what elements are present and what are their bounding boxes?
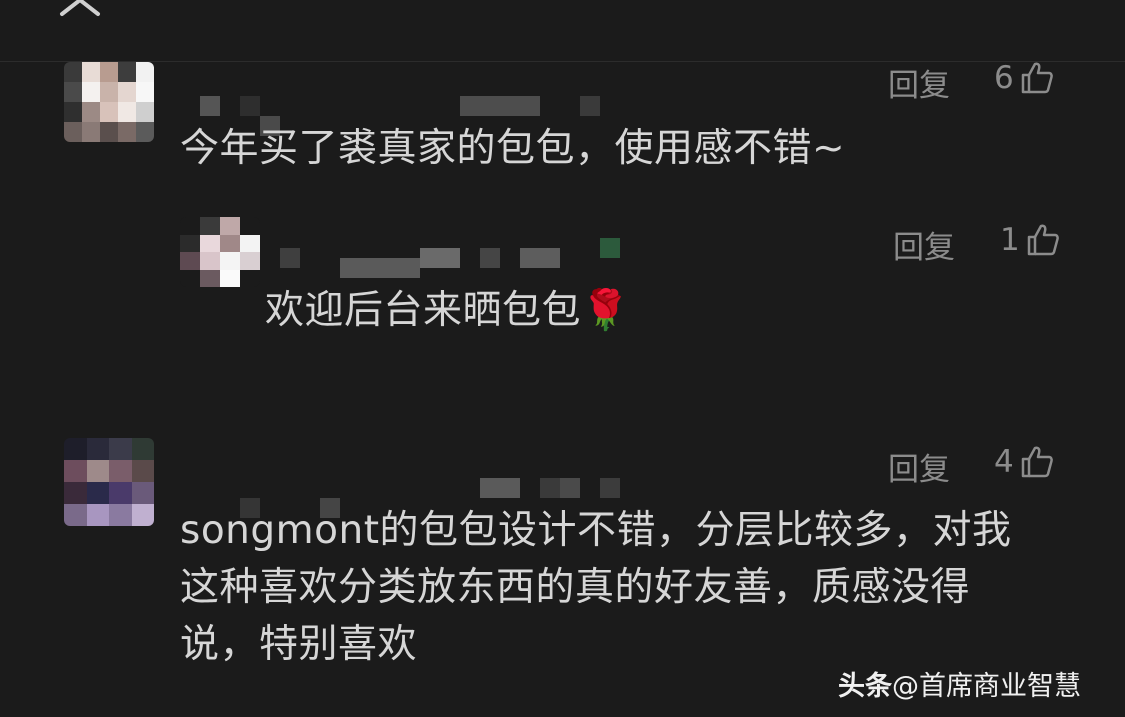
comment-text: 今年买了裘真家的包包，使用感不错~ bbox=[180, 126, 846, 171]
comment-text-line: songmont的包包设计不错，分层比较多，对我 bbox=[180, 508, 1012, 553]
like-button[interactable]: 6 bbox=[994, 60, 1054, 96]
top-bar bbox=[0, 0, 1125, 62]
watermark-account: @首席商业智慧 bbox=[892, 671, 1081, 702]
thumbs-up-icon bbox=[1021, 62, 1053, 94]
close-button[interactable] bbox=[52, 0, 112, 26]
like-button[interactable]: 1 bbox=[1000, 222, 1060, 258]
reply-button[interactable]: 回复 bbox=[893, 222, 955, 267]
source-watermark: 头条@首席商业智慧 bbox=[838, 664, 1081, 703]
more-button[interactable] bbox=[1010, 0, 1070, 10]
avatar[interactable] bbox=[64, 438, 154, 526]
comment-text-line: 说，特别喜欢 bbox=[180, 622, 418, 667]
username-masked bbox=[280, 238, 620, 278]
like-count: 6 bbox=[994, 60, 1014, 96]
like-button[interactable]: 4 bbox=[994, 444, 1054, 480]
like-count: 1 bbox=[1000, 222, 1020, 258]
comment-screen: 今年买了裘真家的包包，使用感不错~ 回复 6 欢迎后台来晒包包🌹 回复 1 so… bbox=[0, 0, 1125, 717]
comment-text-line: 这种喜欢分类放东西的真的好友善，质感没得 bbox=[180, 565, 971, 610]
watermark-brand: 头条 bbox=[838, 671, 892, 702]
more-icon bbox=[1010, 0, 1070, 10]
reply-button[interactable]: 回复 bbox=[888, 60, 950, 105]
close-icon bbox=[60, 0, 100, 16]
avatar[interactable] bbox=[180, 217, 260, 287]
avatar[interactable] bbox=[64, 62, 154, 142]
thumbs-up-icon bbox=[1027, 224, 1059, 256]
like-count: 4 bbox=[994, 444, 1014, 480]
header-divider bbox=[0, 61, 1125, 62]
comment-text: 欢迎后台来晒包包🌹 bbox=[265, 288, 631, 333]
thumbs-up-icon bbox=[1021, 446, 1053, 478]
reply-button[interactable]: 回复 bbox=[888, 444, 950, 489]
